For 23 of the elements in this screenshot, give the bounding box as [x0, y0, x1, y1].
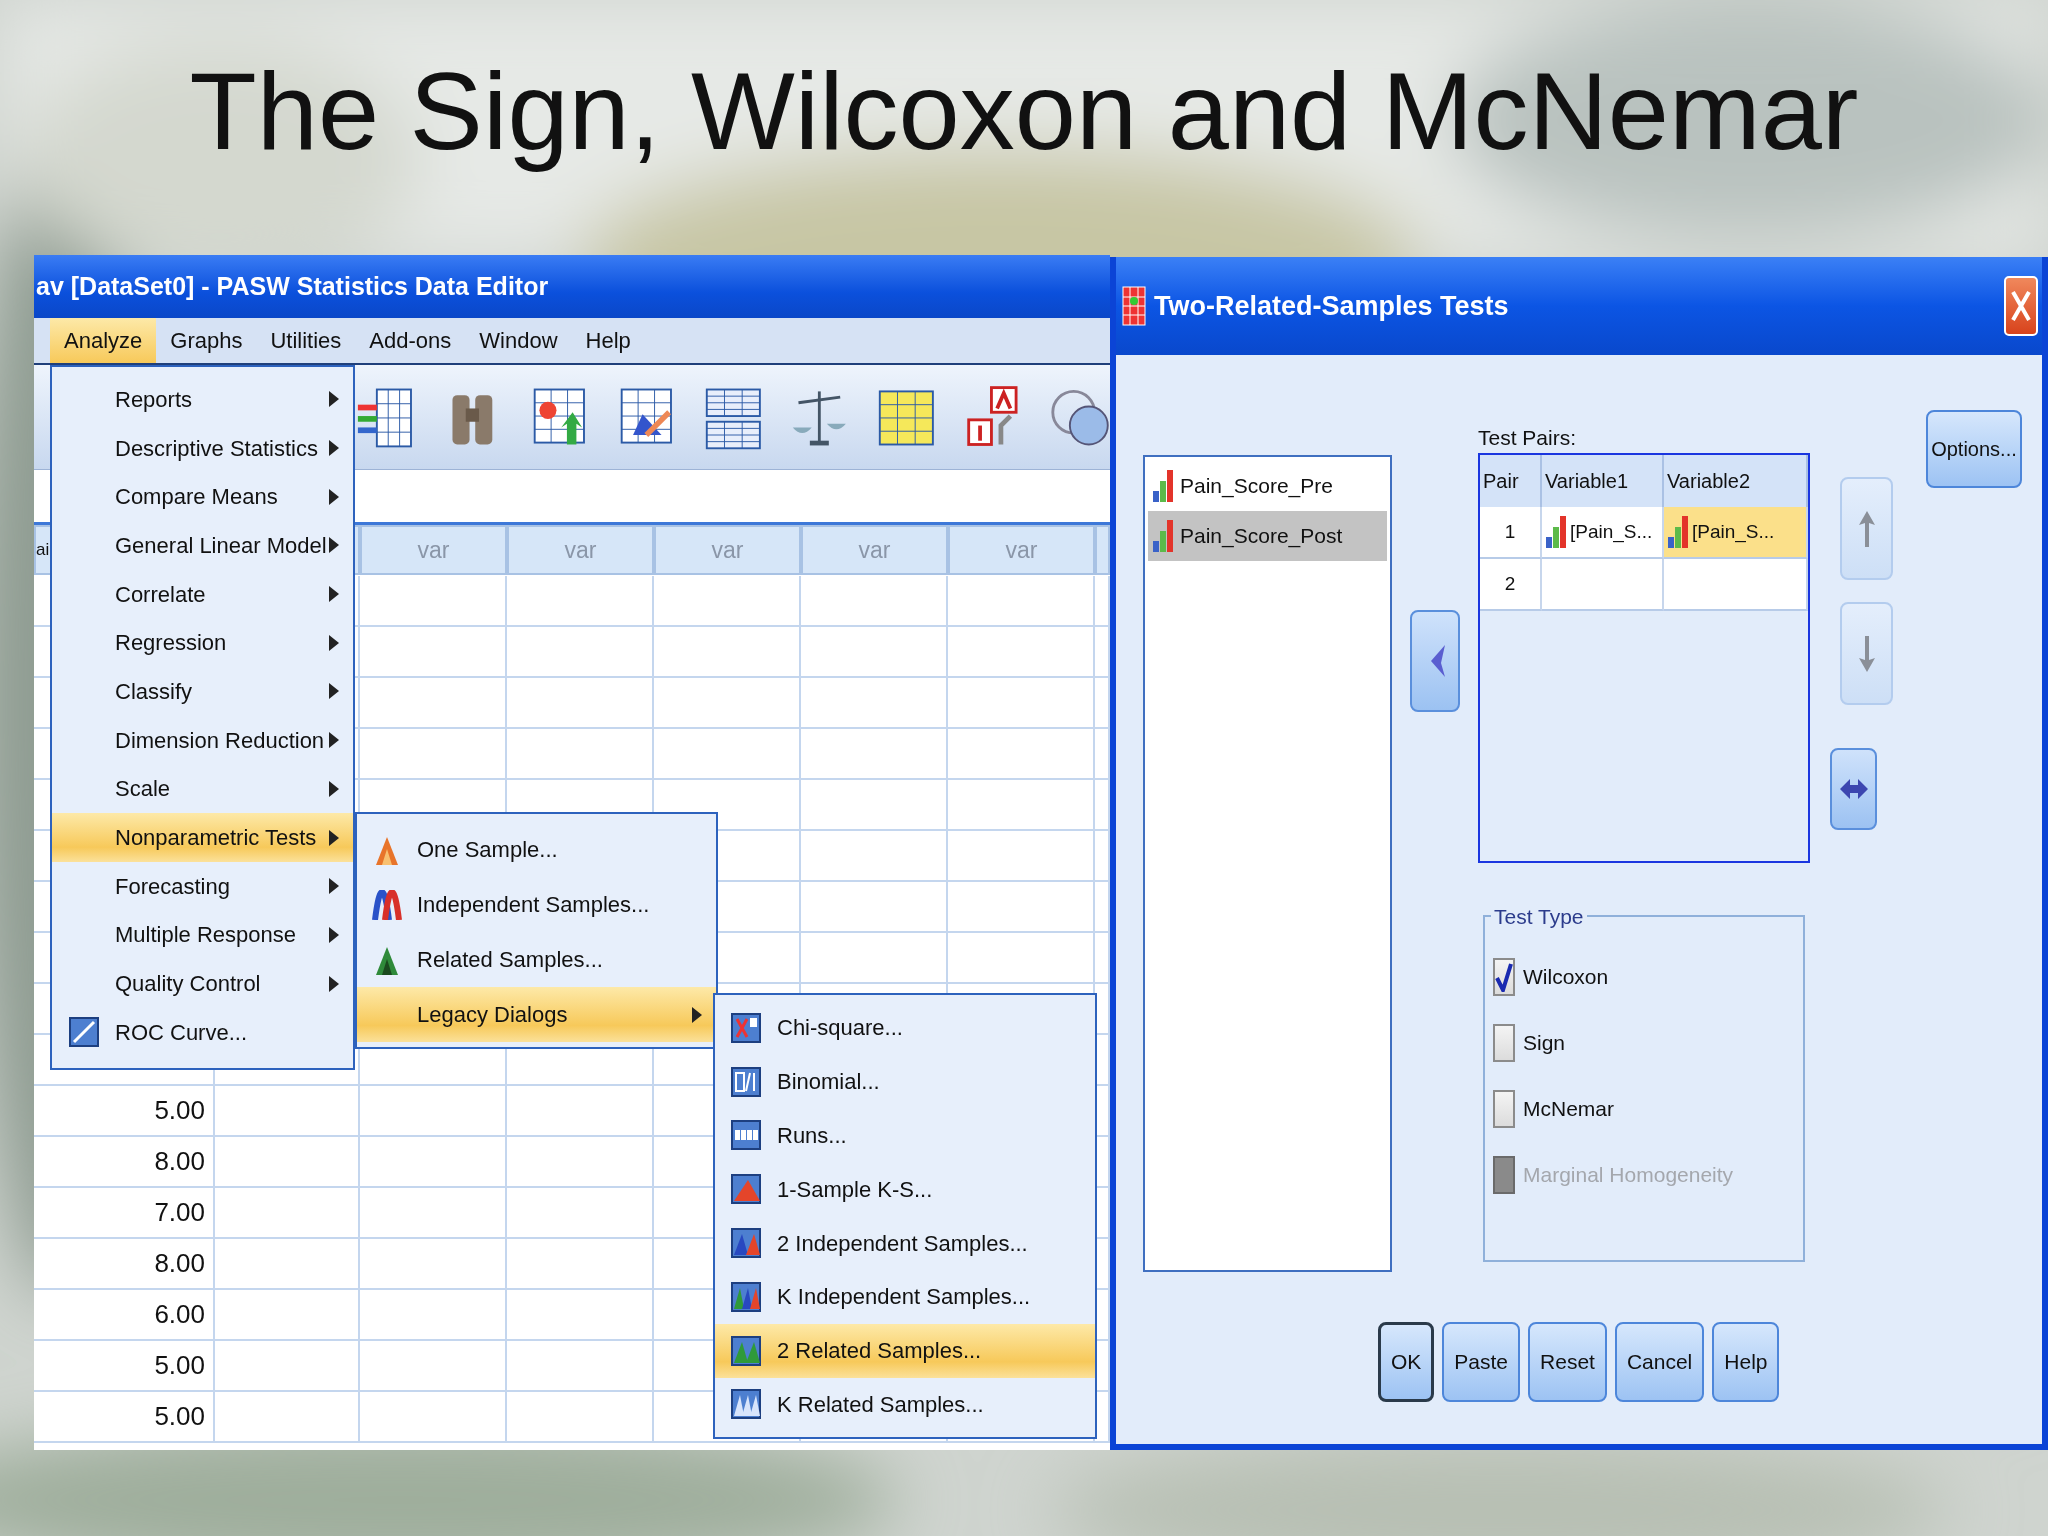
checkbox-label: Sign	[1523, 1030, 1566, 1057]
table-cell: 5.00	[34, 1392, 215, 1443]
table-cell: 6.00	[34, 1290, 215, 1341]
window-title: av [DataSet0] - PASW Statistics Data Editor	[34, 255, 1110, 318]
checkbox-label: Wilcoxon	[1523, 964, 1609, 991]
table-cell: 7.00	[34, 1188, 215, 1239]
slide-title: The Sign, Wilcoxon and McNemar	[188, 52, 1860, 170]
checkbox-label: McNemar	[1523, 1096, 1614, 1123]
column-header: var	[654, 525, 801, 575]
window-title: Two-Related-Samples Tests	[1154, 289, 1509, 323]
table-cell: 8.00	[34, 1137, 215, 1188]
table-cell: 5.00	[34, 1086, 215, 1137]
column-header: Variable1	[1542, 455, 1664, 510]
table-cell: 8.00	[34, 1239, 215, 1290]
column-header: var	[507, 525, 654, 575]
column-header: var	[360, 525, 507, 575]
section-label: Test Pairs:	[1478, 425, 1578, 451]
table-cell: 5.00	[34, 1341, 215, 1392]
column-header: var	[948, 525, 1095, 575]
column-header: Pair	[1480, 455, 1542, 510]
column-header: Variable2	[1664, 455, 1808, 510]
checkbox-label: Marginal Homogeneity	[1523, 1162, 1734, 1189]
column-header: var	[801, 525, 948, 575]
